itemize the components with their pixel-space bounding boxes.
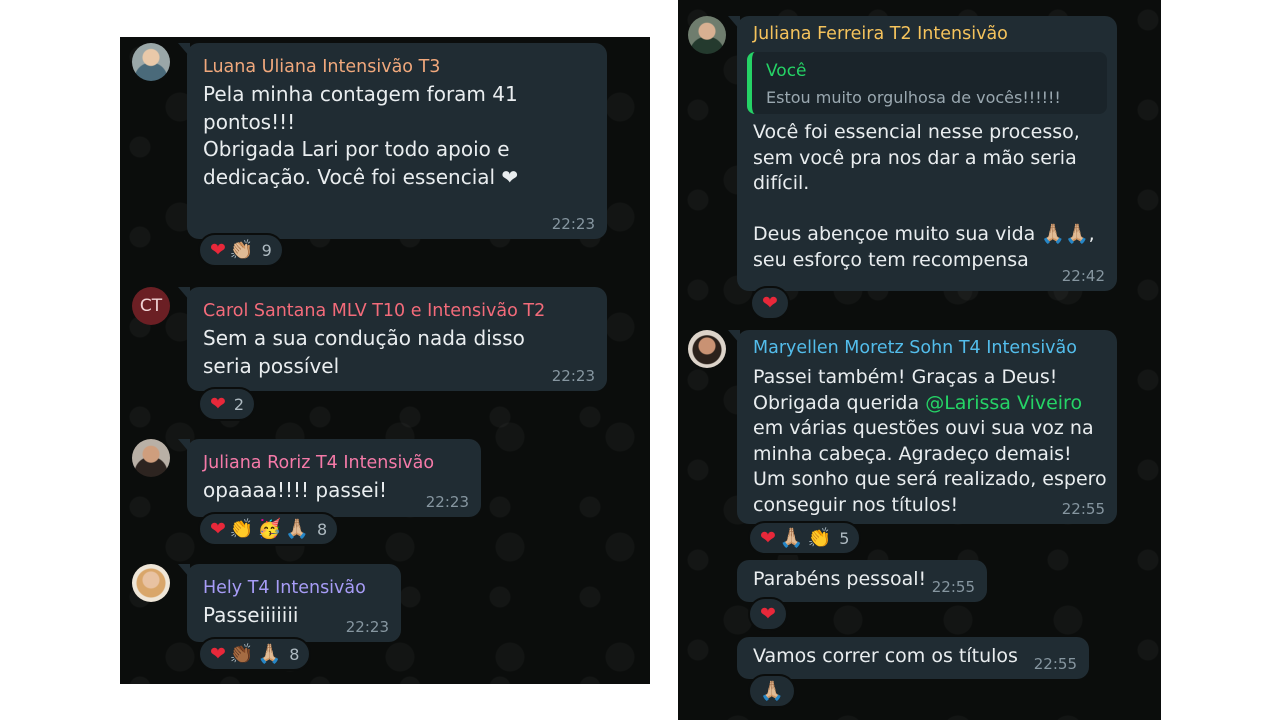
avatar[interactable] bbox=[688, 16, 726, 54]
sender-name[interactable]: Luana Uliana Intensivão T3 bbox=[203, 57, 440, 77]
avatar[interactable]: CT bbox=[132, 287, 170, 325]
quote-text: Estou muito orgulhosa de vocês!!!!!! bbox=[766, 88, 1061, 107]
message-time: 22:42 bbox=[1061, 267, 1105, 285]
message-bubble[interactable]: Juliana Roriz T4 Intensivão opaaaa!!!! p… bbox=[178, 439, 481, 517]
reactions-bar[interactable]: ❤ 2 bbox=[198, 387, 257, 421]
reactions-bar[interactable]: ❤ 👏🏾 🙏🏼 8 bbox=[198, 637, 312, 671]
message-bubble[interactable]: Carol Santana MLV T10 e Intensivão T2 Se… bbox=[178, 287, 607, 391]
reactions-bar[interactable]: ❤ 👏 🥳 🙏🏼 8 bbox=[198, 512, 340, 546]
message-text: Passei também! Graças a Deus! Obrigada q… bbox=[753, 365, 1107, 518]
pray-icon: 🙏🏼 bbox=[760, 679, 784, 702]
pray-icon: 🙏🏼 bbox=[257, 642, 282, 665]
clap-icon: 👏🏾 bbox=[229, 642, 254, 665]
heart-icon: ❤ bbox=[210, 392, 226, 415]
message-time: 22:55 bbox=[931, 578, 975, 596]
heart-icon: ❤ bbox=[210, 517, 226, 540]
message-time: 22:55 bbox=[1033, 655, 1077, 673]
reaction-count: 2 bbox=[233, 394, 245, 414]
chat-panel-right: Juliana Ferreira T2 Intensivão Você Esto… bbox=[678, 0, 1161, 720]
message-bubble[interactable]: Vamos correr com os títulos 22:55 bbox=[737, 637, 1089, 679]
heart-icon: ❤ bbox=[210, 238, 226, 261]
message-text: Pela minha contagem foram 41 pontos!!! O… bbox=[203, 82, 519, 189]
sender-name[interactable]: Juliana Roriz T4 Intensivão bbox=[203, 453, 434, 473]
sender-name[interactable]: Carol Santana MLV T10 e Intensivão T2 bbox=[203, 301, 545, 321]
sender-name[interactable]: Maryellen Moretz Sohn T4 Intensivão bbox=[753, 338, 1077, 358]
message-text: Passeiiiiiii bbox=[203, 603, 299, 627]
message-time: 22:23 bbox=[425, 493, 469, 511]
message-text-part: em várias questões ouvi sua voz na minha… bbox=[753, 417, 1107, 516]
message-time: 22:23 bbox=[551, 215, 595, 233]
reactions-bar[interactable]: ❤ bbox=[748, 597, 788, 631]
quoted-message[interactable]: Você Estou muito orgulhosa de vocês!!!!!… bbox=[747, 52, 1107, 114]
message-bubble[interactable]: Luana Uliana Intensivão T3 Pela minha co… bbox=[178, 43, 607, 239]
message-text: Sem a sua condução nada disso seria poss… bbox=[203, 326, 525, 378]
clap-icon: 👏 bbox=[807, 526, 832, 549]
message-text: opaaaa!!!! passei! bbox=[203, 478, 388, 502]
clap-icon: 👏 bbox=[229, 517, 254, 540]
clap-icon: 👏🏼 bbox=[229, 238, 254, 261]
heart-icon: ❤ bbox=[760, 526, 776, 549]
avatar[interactable] bbox=[132, 43, 170, 81]
pray-icon: 🙏🏼 bbox=[779, 526, 804, 549]
reactions-bar[interactable]: 🙏🏼 bbox=[748, 674, 796, 708]
message-text: Você foi essencial nesse processo, sem v… bbox=[753, 121, 1095, 271]
reactions-bar[interactable]: ❤ 👏🏼 9 bbox=[198, 233, 284, 267]
message-text: Parabéns pessoal! bbox=[753, 568, 927, 590]
reaction-count: 8 bbox=[316, 519, 328, 539]
avatar[interactable] bbox=[688, 330, 726, 368]
avatar[interactable] bbox=[132, 439, 170, 477]
avatar-initials: CT bbox=[139, 296, 163, 316]
message-bubble[interactable]: Hely T4 Intensivão Passeiiiiiii 22:23 bbox=[178, 564, 401, 642]
message-bubble[interactable]: Maryellen Moretz Sohn T4 Intensivão Pass… bbox=[728, 330, 1117, 524]
party-face-icon: 🥳 bbox=[257, 517, 282, 540]
message-bubble[interactable]: Juliana Ferreira T2 Intensivão Você Esto… bbox=[728, 16, 1117, 291]
reaction-count: 9 bbox=[261, 240, 272, 260]
avatar[interactable] bbox=[132, 564, 170, 602]
heart-icon: ❤ bbox=[760, 602, 776, 625]
reaction-count: 8 bbox=[289, 644, 300, 664]
chat-panel-left: Luana Uliana Intensivão T3 Pela minha co… bbox=[120, 37, 650, 684]
sender-name[interactable]: Juliana Ferreira T2 Intensivão bbox=[753, 24, 1008, 44]
heart-icon: ❤ bbox=[210, 642, 226, 665]
heart-icon: ❤ bbox=[762, 291, 778, 314]
reactions-bar[interactable]: ❤ bbox=[750, 286, 790, 320]
message-time: 22:55 bbox=[1061, 500, 1105, 518]
quote-author: Você bbox=[766, 61, 807, 81]
message-time: 22:23 bbox=[551, 367, 595, 385]
message-time: 22:23 bbox=[345, 618, 389, 636]
sender-name[interactable]: Hely T4 Intensivão bbox=[203, 578, 366, 598]
reaction-count: 5 bbox=[839, 528, 850, 548]
message-text: Vamos correr com os títulos bbox=[753, 645, 1018, 667]
pray-icon: 🙏🏼 bbox=[285, 517, 309, 540]
reactions-bar[interactable]: ❤ 🙏🏼 👏 5 bbox=[748, 521, 862, 555]
message-bubble[interactable]: Parabéns pessoal! 22:55 bbox=[737, 560, 987, 602]
user-mention[interactable]: @Larissa Viveiro bbox=[925, 392, 1082, 414]
